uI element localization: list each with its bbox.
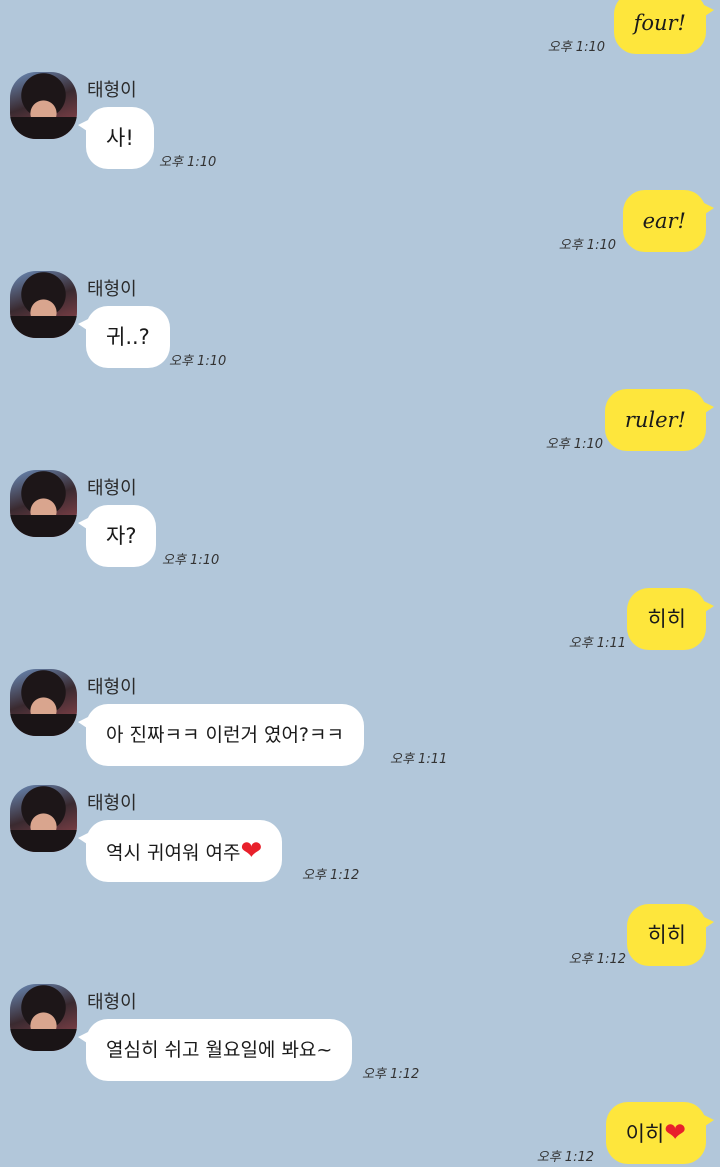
message-bubble[interactable]: ear! [622,190,715,252]
avatar[interactable] [10,984,77,1051]
message-text: 열심히 쉬고 월요일에 봐요~ [106,1039,333,1061]
avatar[interactable] [10,271,77,338]
sender-name: 태형이 [87,793,137,814]
message-text: 이히 [625,1122,665,1146]
avatar[interactable] [10,785,77,852]
sender-name: 태형이 [87,992,137,1013]
heart-icon: ❤ [240,836,263,866]
message-text: ear! [642,209,686,233]
message-bubble[interactable]: four! [613,0,715,54]
message-bubble[interactable]: 사! [78,107,154,169]
message-time: 오후 1:12 [568,952,626,967]
message-text: 역시 귀여워 여주 [106,842,241,864]
message-bubble[interactable]: 히히 [627,904,714,966]
message-text: 아 진짜ㅋㅋ 이런거 였어?ㅋㅋ [106,724,344,746]
message-text: 귀..? [106,325,150,349]
heart-icon: ❤ [664,1118,686,1148]
message-bubble[interactable]: 열심히 쉬고 월요일에 봐요~ [77,1019,353,1081]
sender-name: 태형이 [87,80,137,101]
message-time: 오후 1:11 [568,636,626,651]
message-text: 자? [106,524,137,548]
message-bubble[interactable]: 자? [77,505,157,567]
message-time: 오후 1:11 [390,752,448,767]
message-time: 오후 1:12 [362,1067,420,1082]
message-text: 히히 [647,607,686,631]
message-time: 오후 1:10 [545,437,603,452]
message-text: four! [633,11,686,35]
message-bubble[interactable]: 아 진짜ㅋㅋ 이런거 였어?ㅋㅋ [78,704,364,766]
message-time: 오후 1:12 [536,1150,594,1165]
message-time: 오후 1:10 [558,238,616,253]
message-time: 오후 1:10 [162,553,220,568]
sender-name: 태형이 [87,677,137,698]
message-text: ruler! [624,408,686,432]
sender-name: 태형이 [87,478,137,499]
message-text: 사! [106,126,134,150]
message-time: 오후 1:10 [159,155,217,170]
avatar[interactable] [10,669,77,736]
message-time: 오후 1:10 [547,40,605,55]
avatar[interactable] [10,72,77,139]
message-bubble[interactable]: 이히❤ [605,1102,715,1164]
chat-area[interactable]: four! 오후 1:10 태형이 사! 오후 1:10 ear! 오후 1:1… [0,0,720,1167]
message-bubble[interactable]: 역시 귀여워 여주❤ [77,820,283,882]
message-bubble[interactable]: ruler! [604,389,715,451]
sender-name: 태형이 [87,279,137,300]
avatar[interactable] [10,470,77,537]
message-bubble[interactable]: 귀..? [78,306,170,368]
message-text: 히히 [647,923,686,947]
message-time: 오후 1:12 [302,868,360,883]
message-bubble[interactable]: 히히 [627,588,714,650]
message-time: 오후 1:10 [169,354,227,369]
